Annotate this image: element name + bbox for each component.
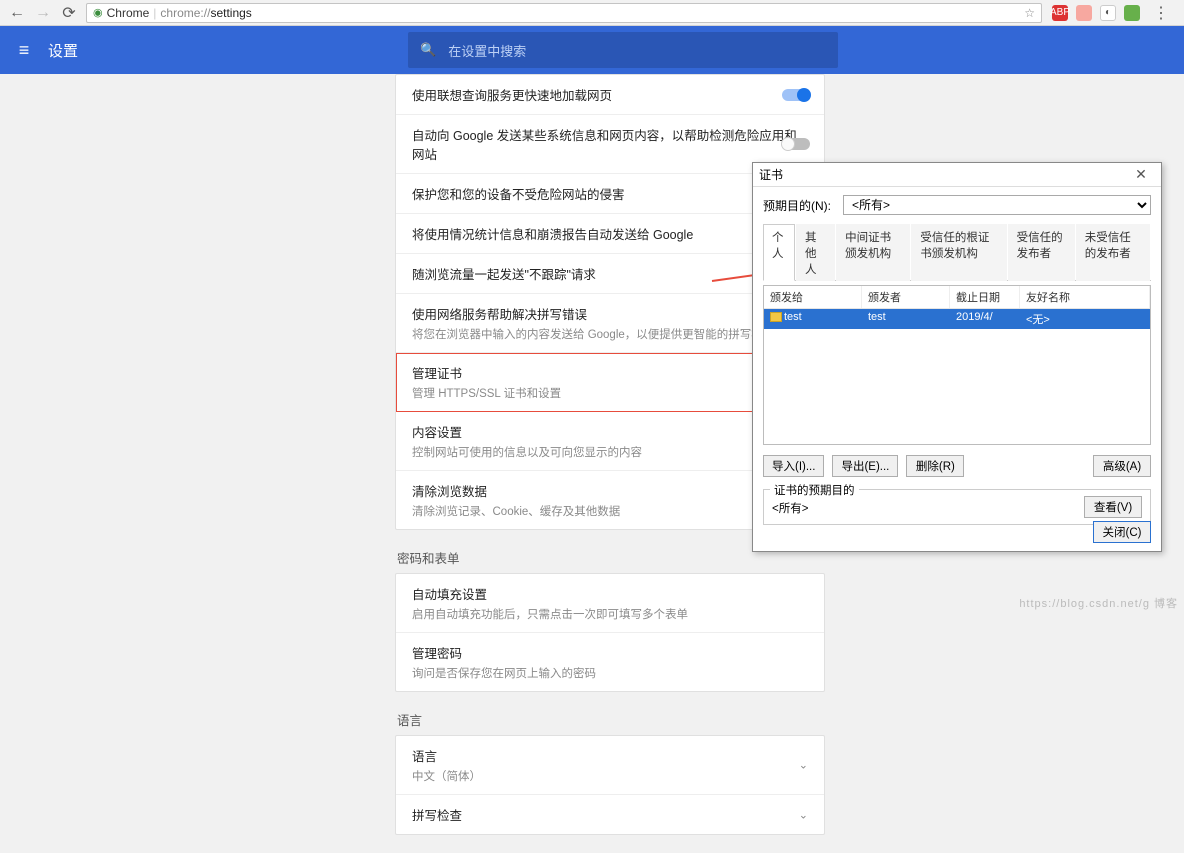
ext-icon-2[interactable]	[1076, 5, 1092, 21]
menu-toggle[interactable]: ≡	[0, 40, 48, 61]
star-icon[interactable]: ☆	[1024, 6, 1035, 20]
delete-button[interactable]: 删除(R)	[906, 455, 964, 477]
cert-list: 颁发给 颁发者 截止日期 友好名称 test test 2019/4/ <无>	[763, 285, 1151, 445]
cert-tab[interactable]: 中间证书颁发机构	[836, 224, 910, 281]
cert-tab[interactable]: 未受信任的发布者	[1076, 224, 1150, 281]
export-button[interactable]: 导出(E)...	[832, 455, 898, 477]
certificate-dialog: 证书 ✕ 预期目的(N): <所有> 个人其他人中间证书颁发机构受信任的根证书颁…	[752, 162, 1162, 552]
toggle[interactable]	[782, 89, 810, 101]
cert-tab[interactable]: 其他人	[796, 224, 835, 281]
settings-header: ≡ 设置 🔍 在设置中搜索	[0, 26, 1184, 74]
menu-icon[interactable]: ⋮	[1148, 2, 1174, 24]
settings-row[interactable]: 管理密码询问是否保存您在网页上输入的密码	[396, 633, 824, 691]
view-button[interactable]: 查看(V)	[1084, 496, 1142, 518]
purpose-frame-title: 证书的预期目的	[770, 482, 859, 498]
close-button[interactable]: 关闭(C)	[1093, 521, 1151, 543]
abp-icon[interactable]: ABP	[1052, 5, 1068, 21]
cert-tab[interactable]: 受信任的发布者	[1008, 224, 1075, 281]
settings-row[interactable]: 语言中文（简体）⌄	[396, 736, 824, 795]
passwords-card: 自动填充设置启用自动填充功能后，只需点击一次即可填写多个表单管理密码询问是否保存…	[395, 573, 825, 692]
cert-tab[interactable]: 个人	[763, 224, 795, 281]
cert-icon	[770, 312, 782, 322]
cert-list-header: 颁发给 颁发者 截止日期 友好名称	[764, 286, 1150, 309]
cert-tab[interactable]: 受信任的根证书颁发机构	[911, 224, 1006, 281]
extension-icons: ABP ◐ ⋮	[1046, 2, 1180, 24]
purpose-frame: 证书的预期目的 <所有> 查看(V)	[763, 489, 1151, 525]
forward-button[interactable]: →	[30, 2, 56, 24]
dialog-titlebar: 证书 ✕	[753, 163, 1161, 187]
browser-toolbar: ← → ⟳ ◉ Chrome | chrome://settings ☆ ABP…	[0, 0, 1184, 26]
ext-icon-3[interactable]: ◐	[1100, 5, 1116, 21]
purpose-label: 预期目的(N):	[763, 197, 843, 214]
settings-row[interactable]: 拼写检查⌄	[396, 795, 824, 834]
settings-row[interactable]: 自动填充设置启用自动填充功能后，只需点击一次即可填写多个表单	[396, 574, 824, 633]
page-title: 设置	[48, 40, 78, 61]
close-icon[interactable]: ✕	[1127, 166, 1155, 183]
language-card: 语言中文（简体）⌄拼写检查⌄	[395, 735, 825, 835]
url-text: chrome://settings	[160, 6, 251, 20]
cert-tabs: 个人其他人中间证书颁发机构受信任的根证书颁发机构受信任的发布者未受信任的发布者	[763, 223, 1151, 281]
cert-row-selected[interactable]: test test 2019/4/ <无>	[764, 309, 1150, 329]
back-button[interactable]: ←	[4, 2, 30, 24]
chevron-down-icon: ⌄	[799, 759, 808, 772]
section-language: 语言	[397, 710, 825, 729]
address-bar[interactable]: ◉ Chrome | chrome://settings ☆	[86, 3, 1042, 23]
advanced-button[interactable]: 高级(A)	[1093, 455, 1151, 477]
toggle[interactable]	[782, 138, 810, 150]
search-placeholder: 在设置中搜索	[448, 41, 526, 60]
dialog-title: 证书	[759, 166, 783, 183]
ext-icon-4[interactable]	[1124, 5, 1140, 21]
search-icon: 🔍	[420, 42, 436, 58]
security-label: Chrome	[107, 6, 150, 20]
security-icon: ◉	[93, 6, 103, 19]
reload-button[interactable]: ⟳	[56, 2, 82, 24]
settings-search[interactable]: 🔍 在设置中搜索	[408, 32, 838, 68]
watermark: https://blog.csdn.net/g 博客	[1019, 595, 1178, 611]
settings-row[interactable]: 使用联想查询服务更快速地加载网页	[396, 75, 824, 115]
import-button[interactable]: 导入(I)...	[763, 455, 824, 477]
chevron-down-icon: ⌄	[799, 808, 808, 821]
purpose-select[interactable]: <所有>	[843, 195, 1151, 215]
